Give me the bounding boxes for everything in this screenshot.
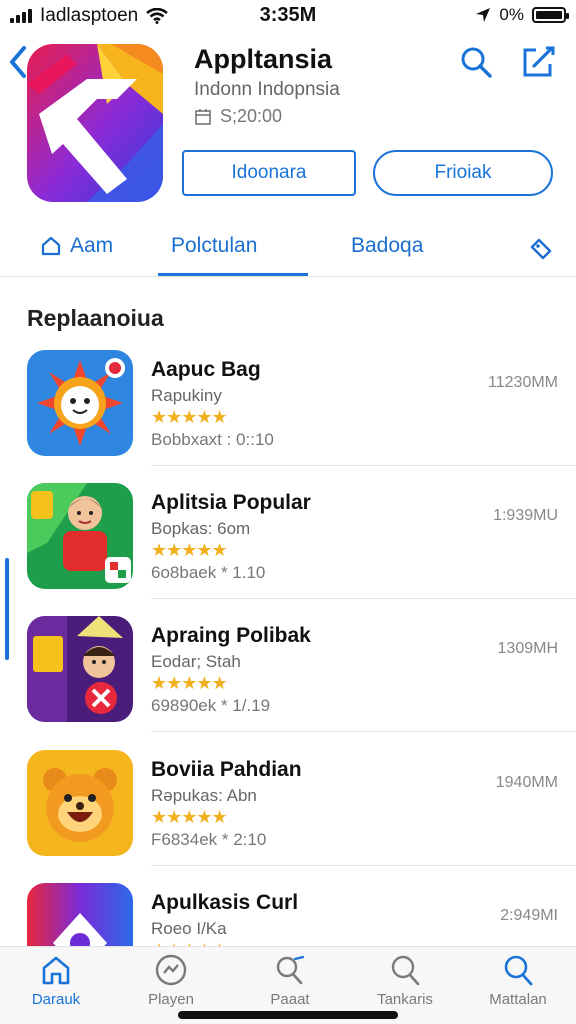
app-subtitle: Indonn Indopnsia [194, 79, 340, 100]
tab-label: Badoqa [351, 234, 424, 257]
battery-percent: 0% [499, 5, 524, 24]
nav-item-games[interactable]: Playen [121, 953, 221, 1008]
star-rating: ★★★★★ [151, 540, 228, 560]
app-title: Apulkasis Curl [151, 891, 299, 914]
nav-item-people[interactable]: Paaat [240, 953, 340, 1008]
row-divider [151, 465, 576, 466]
status-bar: Iadlasptoen 3:35M 0% [0, 0, 576, 30]
nav-item-discover[interactable]: Mattalan [468, 953, 568, 1008]
home-icon [42, 956, 70, 985]
compose-icon[interactable] [520, 44, 556, 80]
app-meta: Bobbxaxt : 0::10 [151, 430, 274, 449]
app-icon [27, 44, 163, 202]
section-title: Replaanoiua [27, 305, 164, 331]
tag-icon[interactable] [528, 236, 554, 262]
app-meta: 69890ek * 1/.19 [151, 696, 271, 715]
app-thumbnail [27, 750, 133, 856]
search-icon [504, 955, 533, 986]
app-size: 1940MM [495, 774, 558, 791]
people-search-icon [276, 955, 305, 985]
home-indicator [178, 1011, 398, 1019]
nav-item-search[interactable]: Tankaris [355, 953, 455, 1008]
app-developer: Rapukiny [151, 386, 222, 405]
calendar-icon [195, 108, 211, 125]
nav-label: Mattalan [489, 991, 547, 1008]
app-developer: Roeo I/Ka [151, 919, 227, 938]
home-icon [41, 236, 61, 256]
app-size: 2:949MI [500, 907, 558, 924]
star-rating: ★★★★★ [151, 673, 228, 693]
battery-icon [532, 7, 569, 23]
star-rating: ★★★★★ [151, 407, 228, 427]
star-rating: ★★★★★ [151, 807, 228, 827]
app-developer: Rəpukas: Abn [151, 786, 257, 805]
list-item[interactable]: Apraing Polibak Eodar; Stah ★★★★★ 69890e… [0, 612, 576, 732]
scroll-indicator[interactable] [5, 558, 9, 660]
search-icon[interactable] [458, 44, 494, 80]
tab-label: Polctulan [171, 234, 258, 257]
app-title: Aplitsia Popular [151, 491, 311, 514]
app-meta: 6o8baek * 1.10 [151, 563, 266, 582]
search-icon [391, 955, 420, 986]
app-thumbnail [27, 483, 133, 589]
app-title: Apraing Polibak [151, 624, 311, 647]
tab-label: Aam [70, 234, 114, 257]
app-size: 1309MH [497, 640, 558, 657]
app-size: 11230MM [488, 374, 558, 391]
nav-label: Paaat [270, 991, 310, 1008]
app-size: 1:939MU [493, 507, 558, 524]
status-right: 0% [475, 5, 569, 25]
list-item[interactable]: Aapuc Bag Rapukiny ★★★★★ Bobbxaxt : 0::1… [0, 346, 576, 466]
app-thumbnail [27, 616, 133, 722]
app-thumbnail [27, 350, 133, 456]
row-divider [151, 598, 576, 599]
row-divider [151, 865, 576, 866]
row-divider [151, 731, 576, 732]
list-item[interactable]: Aplitsia Popular Bopkas: 6om ★★★★★ 6o8ba… [0, 479, 576, 599]
tab-categories[interactable]: Badoqa [351, 234, 423, 258]
nav-label: Tankaris [377, 991, 433, 1008]
price-label: S;20:00 [220, 106, 283, 126]
app-developer: Bopkas: 6om [151, 519, 251, 538]
app-title: Appltansia [194, 44, 333, 74]
app-title: Boviia Pahdian [151, 758, 302, 781]
nav-item-home[interactable]: Darauk [6, 953, 106, 1008]
nav-label: Playen [148, 991, 194, 1008]
nav-label: Darauk [31, 991, 81, 1008]
app-developer: Eodar; Stah [151, 652, 241, 671]
tab-home[interactable]: Aam [40, 234, 113, 258]
games-icon [155, 954, 187, 986]
app-title: Aapuc Bag [151, 358, 261, 381]
tab-divider [0, 276, 576, 277]
tab-popular[interactable]: Polctulan [171, 234, 257, 258]
active-tab-indicator [158, 273, 308, 276]
app-meta: F6834ek * 2:10 [151, 830, 267, 849]
app-price: S;20:00 [194, 106, 282, 127]
primary-action-button[interactable]: Idoonara [182, 150, 356, 196]
location-arrow-icon [476, 8, 491, 22]
list-item[interactable]: Boviia Pahdian Rəpukas: Abn ★★★★★ F6834e… [0, 746, 576, 866]
secondary-action-button[interactable]: Frioiak [373, 150, 553, 196]
